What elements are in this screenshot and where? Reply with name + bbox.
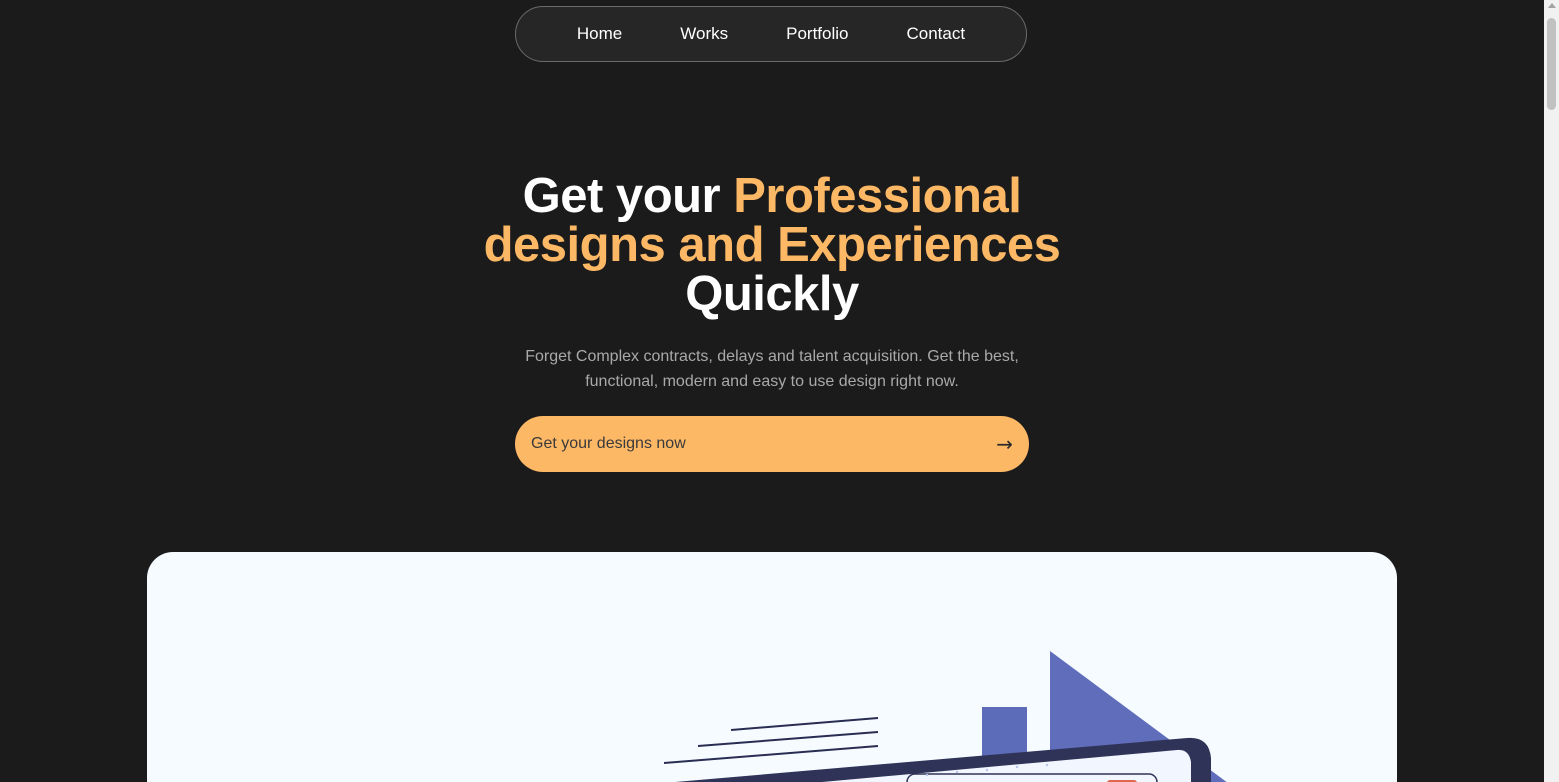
hero-title-part1: Get your [522,169,734,223]
cta-label: Get your designs now [531,435,686,452]
hero-title-part2: Quickly [685,267,859,321]
scrollbar[interactable] [1544,0,1559,782]
showcase-card [147,552,1397,782]
hero-subtitle: Forget Complex contracts, delays and tal… [525,348,1019,390]
page: Home Works Portfolio Contact Get your Pr… [0,0,1559,782]
speed-line [663,745,879,764]
speed-line [697,731,879,747]
nav-contact-link[interactable]: Contact [878,6,995,62]
get-designs-button[interactable]: Get your designs now → [515,416,1029,472]
speed-line [730,717,879,731]
scroll-thumb[interactable] [1547,18,1556,110]
hero-title: Get your Professional designs and Experi… [460,172,1084,319]
top-nav: Home Works Portfolio Contact [515,6,1027,62]
nav-works-link[interactable]: Works [651,6,757,62]
nav-home-link[interactable]: Home [548,6,651,62]
design-illustration [663,651,1227,782]
arrow-right-icon: → [996,432,1013,456]
nav-portfolio-link[interactable]: Portfolio [757,6,877,62]
scroll-up-icon[interactable] [1548,3,1556,8]
